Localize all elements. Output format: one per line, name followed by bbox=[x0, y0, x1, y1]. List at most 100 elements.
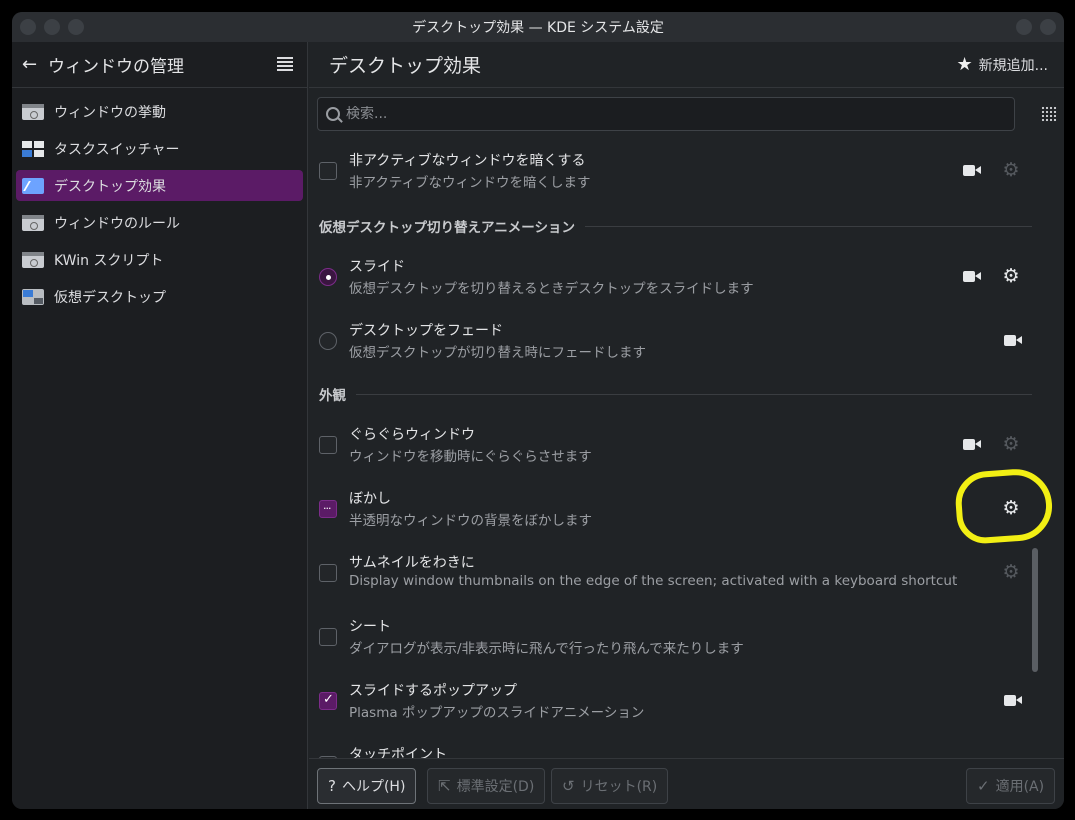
effect-row-sliding-popups[interactable]: スライドするポップアップ Plasma ポップアップのスライドアニメーション bbox=[309, 670, 1042, 728]
effect-radio[interactable] bbox=[319, 268, 337, 286]
effect-row-thumbnail-aside[interactable]: サムネイルをわきに Display window thumbnails on t… bbox=[309, 542, 1042, 600]
effect-title: デスクトップをフェード bbox=[349, 323, 503, 339]
sidebar-list: ウィンドウの挙動 タスクスイッチャー デスクトップ効果 ウィンドウのルール KW… bbox=[12, 88, 307, 312]
reset-icon: ↺ bbox=[562, 777, 575, 795]
reset-label: リセット(R) bbox=[580, 779, 658, 795]
section-title: 外観 bbox=[319, 388, 346, 404]
video-preview-icon[interactable] bbox=[1004, 694, 1022, 706]
sidebar: ← ウィンドウの管理 ウィンドウの挙動 タスクスイッチャー デスクトップ効果 ウ… bbox=[12, 42, 308, 809]
star-icon: ★ bbox=[956, 54, 973, 75]
effect-title: ぼかし bbox=[349, 491, 391, 507]
search-box[interactable] bbox=[317, 97, 1015, 131]
effect-row-wobbly[interactable]: ぐらぐらウィンドウ ウィンドウを移動時にぐらぐらさせます ⚙ bbox=[309, 414, 1042, 472]
app-window: デスクトップ効果 — KDE システム設定 ← ウィンドウの管理 ウィンドウの挙… bbox=[12, 12, 1064, 809]
new-effect-button[interactable]: ★ 新規追加... bbox=[957, 54, 1049, 75]
sidebar-item-window-rules[interactable]: ウィンドウのルール bbox=[16, 207, 303, 238]
video-preview-icon[interactable] bbox=[1004, 334, 1022, 346]
window-controls-left bbox=[20, 19, 84, 35]
sidebar-item-label: ウィンドウの挙動 bbox=[54, 104, 166, 121]
search-icon bbox=[326, 107, 340, 121]
video-preview-icon[interactable] bbox=[963, 438, 981, 450]
effect-description: 半透明なウィンドウの背景をぼかします bbox=[349, 513, 592, 529]
help-icon: ? bbox=[328, 777, 336, 795]
effect-description: ウィンドウを移動時にぐらぐらさせます bbox=[349, 449, 592, 465]
effect-title: タッチポイント bbox=[349, 747, 447, 758]
effect-description: Display window thumbnails on the edge of… bbox=[349, 573, 958, 589]
section-divider bbox=[584, 225, 1032, 227]
sidebar-item-desktop-effects[interactable]: デスクトップ効果 bbox=[16, 170, 303, 201]
effect-checkbox[interactable] bbox=[319, 162, 337, 180]
gear-icon[interactable]: ⚙ bbox=[1001, 266, 1021, 286]
virtual-desktops-icon bbox=[22, 288, 44, 305]
window-behavior-icon bbox=[22, 103, 44, 120]
reset-button[interactable]: ↺ リセット(R) bbox=[551, 768, 669, 804]
back-arrow-icon[interactable]: ← bbox=[22, 54, 42, 75]
search-row bbox=[317, 97, 1057, 131]
effect-title: シート bbox=[349, 619, 391, 635]
effect-checkbox[interactable] bbox=[319, 564, 337, 582]
sidebar-header: ← ウィンドウの管理 bbox=[12, 42, 307, 88]
effect-row-fade-desktop[interactable]: デスクトップをフェード 仮想デスクトップが切り替え時にフェードします bbox=[309, 310, 1042, 368]
window-button[interactable] bbox=[1016, 19, 1032, 35]
effect-description: Plasma ポップアップのスライドアニメーション bbox=[349, 705, 645, 721]
view-options-icon[interactable] bbox=[1041, 106, 1057, 122]
window-button[interactable] bbox=[1040, 19, 1056, 35]
desktop-effects-icon bbox=[22, 177, 44, 194]
window-title: デスクトップ効果 — KDE システム設定 bbox=[412, 20, 664, 36]
apply-button[interactable]: ✓ 適用(A) bbox=[966, 768, 1056, 804]
hamburger-menu-icon[interactable] bbox=[277, 57, 293, 71]
kwin-scripts-icon bbox=[22, 251, 44, 268]
checkmark-icon: ✓ bbox=[977, 777, 990, 795]
sidebar-item-label: KWin スクリプト bbox=[54, 252, 164, 269]
window-button[interactable] bbox=[20, 19, 36, 35]
help-label: ヘルプ(H) bbox=[341, 779, 406, 795]
window-button[interactable] bbox=[68, 19, 84, 35]
video-preview-icon[interactable] bbox=[963, 270, 981, 282]
sidebar-item-label: ウィンドウのルール bbox=[54, 215, 180, 232]
search-input[interactable] bbox=[346, 106, 986, 122]
sidebar-item-label: タスクスイッチャー bbox=[54, 141, 180, 158]
effect-description: 仮想デスクトップが切り替え時にフェードします bbox=[349, 345, 646, 361]
footer-bar: ? ヘルプ(H) ⇱ 標準設定(D) ↺ リセット(R) ✓ 適用(A) bbox=[309, 758, 1064, 809]
sidebar-item-virtual-desktops[interactable]: 仮想デスクトップ bbox=[16, 281, 303, 312]
gear-icon: ⚙ bbox=[1002, 159, 1020, 181]
effect-title: ぐらぐらウィンドウ bbox=[349, 427, 475, 443]
sidebar-item-task-switcher[interactable]: タスクスイッチャー bbox=[16, 133, 303, 164]
effect-title: 非アクティブなウィンドウを暗くする bbox=[349, 153, 586, 169]
gear-icon: ⚙ bbox=[1002, 433, 1020, 455]
effect-checkbox[interactable] bbox=[319, 628, 337, 646]
effect-description: ダイアログが表示/非表示時に飛んで行ったり飛んで来たりします bbox=[349, 641, 744, 657]
sidebar-item-kwin-scripts[interactable]: KWin スクリプト bbox=[16, 244, 303, 275]
sidebar-title: ウィンドウの管理 bbox=[48, 57, 184, 77]
effect-description: 非アクティブなウィンドウを暗くします bbox=[349, 175, 591, 191]
sidebar-item-label: デスクトップ効果 bbox=[54, 178, 166, 195]
effect-radio[interactable] bbox=[319, 332, 337, 350]
page-title: デスクトップ効果 bbox=[329, 55, 482, 77]
effects-list: 非アクティブなウィンドウを暗くする 非アクティブなウィンドウを暗くします ⚙ 仮… bbox=[309, 140, 1042, 758]
effect-row-touch-points[interactable]: タッチポイント bbox=[309, 734, 1042, 758]
window-button[interactable] bbox=[44, 19, 60, 35]
help-button[interactable]: ? ヘルプ(H) bbox=[317, 768, 417, 804]
section-divider bbox=[356, 393, 1032, 395]
effect-checkbox[interactable] bbox=[319, 500, 337, 518]
scrollbar-thumb[interactable] bbox=[1032, 548, 1038, 672]
effect-row-dim-inactive[interactable]: 非アクティブなウィンドウを暗くする 非アクティブなウィンドウを暗くします ⚙ bbox=[309, 140, 1042, 198]
video-preview-icon[interactable] bbox=[963, 164, 981, 176]
effect-row-blur[interactable]: ぼかし 半透明なウィンドウの背景をぼかします ⚙ bbox=[309, 478, 1042, 536]
window-rules-icon bbox=[22, 214, 44, 231]
apply-label: 適用(A) bbox=[995, 779, 1045, 795]
sidebar-item-window-behavior[interactable]: ウィンドウの挙動 bbox=[16, 96, 303, 127]
defaults-button[interactable]: ⇱ 標準設定(D) bbox=[427, 768, 546, 804]
section-header-virtual-desktop: 仮想デスクトップ切り替えアニメーション bbox=[319, 216, 1032, 236]
effect-title: スライドするポップアップ bbox=[349, 683, 517, 699]
sidebar-item-label: 仮想デスクトップ bbox=[54, 289, 166, 306]
effect-title: サムネイルをわきに bbox=[349, 555, 475, 571]
effect-row-slide[interactable]: スライド 仮想デスクトップを切り替えるときデスクトップをスライドします ⚙ bbox=[309, 246, 1042, 304]
effect-checkbox[interactable] bbox=[319, 436, 337, 454]
section-header-appearance: 外観 bbox=[319, 384, 1032, 404]
effect-row-sheet[interactable]: シート ダイアログが表示/非表示時に飛んで行ったり飛んで来たりします bbox=[309, 606, 1042, 664]
gear-icon: ⚙ bbox=[1002, 561, 1020, 583]
main-panel: デスクトップ効果 ★ 新規追加... 非アクティブなウィンドウを暗くする 非アク… bbox=[309, 42, 1064, 809]
effect-description: 仮想デスクトップを切り替えるときデスクトップをスライドします bbox=[349, 281, 754, 297]
effect-checkbox[interactable] bbox=[319, 692, 337, 710]
